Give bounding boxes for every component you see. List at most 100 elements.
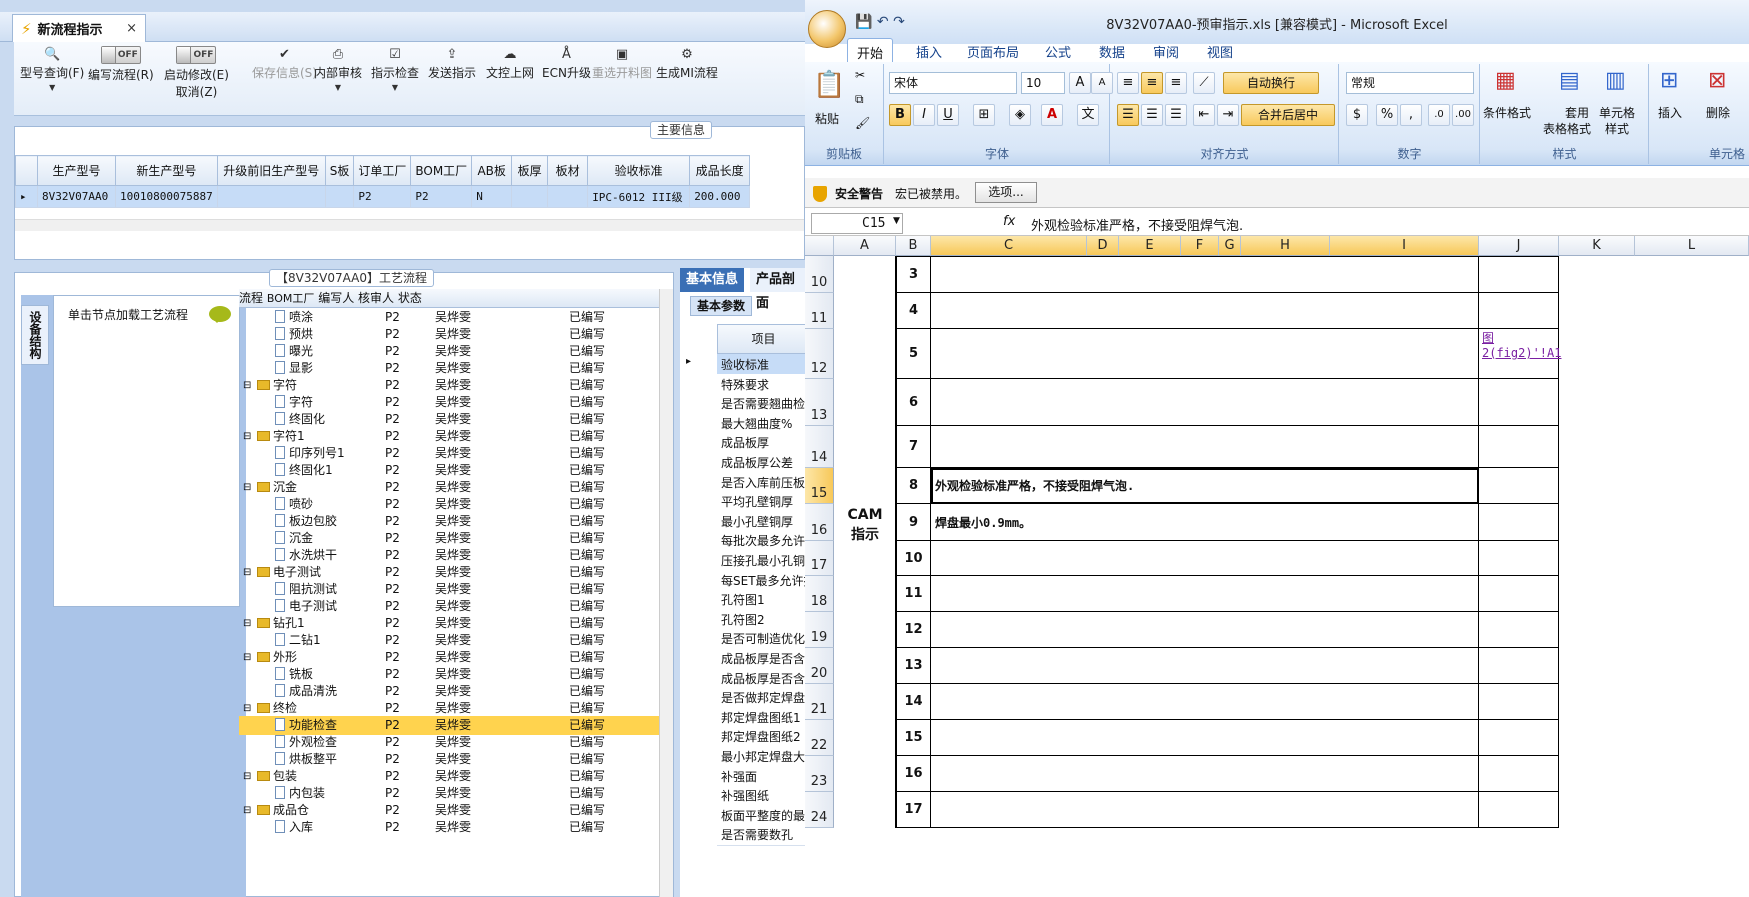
row-header[interactable]: 13 xyxy=(805,379,834,426)
vertical-scrollbar[interactable] xyxy=(659,289,673,897)
instruction-cell[interactable] xyxy=(931,379,1479,426)
tab-data[interactable]: 数据 xyxy=(1099,42,1125,61)
instruction-cell[interactable] xyxy=(931,256,1479,293)
font-color-icon[interactable]: A xyxy=(1041,104,1063,126)
align-left-icon[interactable]: ☰ xyxy=(1117,104,1139,126)
percent-icon[interactable]: % xyxy=(1376,104,1398,126)
row-header[interactable]: 18 xyxy=(805,576,834,612)
param-row[interactable]: 是否需要数孔 xyxy=(717,824,805,847)
reference-cell[interactable] xyxy=(1479,256,1559,293)
bold-icon[interactable]: B xyxy=(889,104,911,126)
reference-cell[interactable] xyxy=(1479,426,1559,468)
border-icon[interactable]: ⊞ xyxy=(973,104,995,126)
tab-new-process[interactable]: ⚡ 新流程指示 × xyxy=(12,14,146,42)
instruction-cell[interactable] xyxy=(931,684,1479,720)
table-cell[interactable]: 200.000 xyxy=(689,185,751,208)
tab-view[interactable]: 视图 xyxy=(1207,42,1233,61)
column-header-j[interactable]: J xyxy=(1479,236,1559,256)
column-header[interactable]: BOM工厂 xyxy=(410,155,473,186)
row-header[interactable]: 17 xyxy=(805,541,834,576)
item-number-cell[interactable]: 5 xyxy=(896,329,931,379)
item-number-cell[interactable]: 15 xyxy=(896,720,931,756)
item-number-cell[interactable]: 13 xyxy=(896,648,931,684)
insert-cells-button[interactable]: 插入 xyxy=(1658,104,1682,121)
column-header[interactable]: 升级前旧生产型号 xyxy=(216,155,326,186)
instruction-cell[interactable] xyxy=(931,648,1479,684)
internal-review-button[interactable]: ⎙ 内部审核 ▼ xyxy=(314,46,362,92)
decrease-indent-icon[interactable]: ⇤ xyxy=(1193,104,1215,126)
item-number-cell[interactable]: 12 xyxy=(896,612,931,648)
write-flow-toggle[interactable]: OFF xyxy=(100,46,141,64)
wrap-text-button[interactable]: 自动换行 xyxy=(1223,72,1319,94)
column-header-l[interactable]: L xyxy=(1635,236,1749,256)
save-info-button[interactable]: ✔ 保存信息(S) xyxy=(252,46,317,81)
instruction-cell[interactable] xyxy=(931,426,1479,468)
merge-center-button[interactable]: 合并后居中 xyxy=(1241,104,1335,126)
column-header-k[interactable]: K xyxy=(1559,236,1635,256)
ecn-upgrade-button[interactable]: Å ECN升级 xyxy=(542,46,591,81)
item-number-cell[interactable]: 3 xyxy=(896,256,931,293)
align-center-icon[interactable]: ☰ xyxy=(1141,104,1163,126)
item-number-cell[interactable]: 9 xyxy=(896,504,931,541)
column-header[interactable]: 成品长度 xyxy=(689,155,751,186)
function-icon[interactable]: fx xyxy=(1003,214,1015,229)
auto-modify-toggle[interactable]: OFF xyxy=(176,46,217,64)
horizontal-scrollbar[interactable] xyxy=(15,219,804,231)
row-header[interactable]: 20 xyxy=(805,648,834,684)
item-number-cell[interactable]: 7 xyxy=(896,426,931,468)
phonetic-icon[interactable]: 文 xyxy=(1077,104,1099,126)
close-tab-icon[interactable]: × xyxy=(126,21,137,36)
row-header[interactable]: 16 xyxy=(805,504,834,541)
auto-modify-button[interactable]: OFF 启动修改(E) 取消(Z) xyxy=(164,46,229,100)
item-number-cell[interactable]: 16 xyxy=(896,756,931,792)
tab-formulas[interactable]: 公式 xyxy=(1045,42,1071,61)
reference-cell[interactable] xyxy=(1479,293,1559,329)
column-header[interactable]: 板材 xyxy=(547,155,589,186)
table-cell[interactable]: N xyxy=(471,185,513,208)
column-header-g[interactable]: G xyxy=(1219,236,1241,256)
column-header-i[interactable]: I xyxy=(1330,236,1479,256)
conditional-format-button[interactable]: 条件格式 xyxy=(1483,104,1531,121)
cell-style-button[interactable]: 单元格 xyxy=(1599,104,1635,121)
tab-review[interactable]: 审阅 xyxy=(1153,42,1179,61)
grow-font-icon[interactable]: A xyxy=(1069,72,1091,94)
column-header-f[interactable]: F xyxy=(1181,236,1219,256)
upload-web-button[interactable]: ☁ 文控上网 xyxy=(486,46,534,81)
reference-cell[interactable] xyxy=(1479,756,1559,792)
column-header-c[interactable]: C xyxy=(931,236,1087,256)
format-painter-icon[interactable]: 🖌 xyxy=(855,116,870,130)
write-flow-button[interactable]: OFF 编写流程(R) xyxy=(88,46,154,83)
instruction-cell[interactable] xyxy=(931,756,1479,792)
column-header-b[interactable]: B xyxy=(896,236,931,256)
tab-basic-params[interactable]: 基本参数 xyxy=(690,296,753,316)
spreadsheet-grid[interactable]: ABCDEFGHIJKL 10 3 11 4 12 5 图2(fig2)'!A1 13 6 14 7… xyxy=(805,236,1749,897)
name-box[interactable]: C15 xyxy=(811,213,903,234)
table-cell[interactable] xyxy=(547,185,589,208)
table-cell[interactable]: IPC-6012 III级 xyxy=(587,185,691,208)
instruction-cell[interactable] xyxy=(931,612,1479,648)
column-header[interactable]: AB板 xyxy=(471,155,513,186)
reference-cell[interactable] xyxy=(1479,612,1559,648)
row-header[interactable]: 10 xyxy=(805,256,834,293)
row-header[interactable]: 24 xyxy=(805,792,834,828)
reference-cell[interactable] xyxy=(1479,720,1559,756)
instruction-cell[interactable]: 外观检验标准严格，不接受阻焊气泡. xyxy=(931,468,1479,504)
figure-link[interactable]: 图2(fig2)'!A1 xyxy=(1479,329,1561,363)
decrease-decimal-icon[interactable]: .00 xyxy=(1452,104,1474,126)
item-number-cell[interactable]: 6 xyxy=(896,379,931,426)
options-button[interactable]: 选项... xyxy=(975,182,1037,203)
column-header-d[interactable]: D xyxy=(1087,236,1119,256)
column-header[interactable]: 生产型号 xyxy=(37,155,116,186)
column-header[interactable]: 验收标准 xyxy=(587,155,691,186)
row-header[interactable]: 15 xyxy=(805,468,834,504)
row-header[interactable]: 23 xyxy=(805,756,834,792)
reference-cell[interactable] xyxy=(1479,792,1559,828)
reference-cell[interactable]: 图2(fig2)'!A1 xyxy=(1479,329,1561,379)
row-header[interactable]: 22 xyxy=(805,720,834,756)
tab-insert[interactable]: 插入 xyxy=(916,42,942,61)
shrink-font-icon[interactable]: A xyxy=(1091,72,1113,94)
increase-decimal-icon[interactable]: .0 xyxy=(1428,104,1450,126)
tab-page-layout[interactable]: 页面布局 xyxy=(967,42,1019,61)
vertical-tab-structure[interactable]: 设备结构 xyxy=(21,305,49,365)
align-top-icon[interactable]: ≡ xyxy=(1117,72,1139,94)
